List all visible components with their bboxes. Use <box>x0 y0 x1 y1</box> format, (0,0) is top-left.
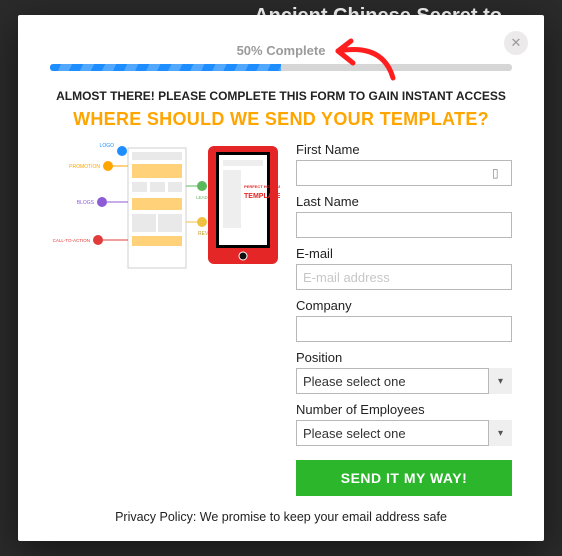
tablet-line1: PERFECT HOMEPAGE <box>244 184 280 189</box>
employees-label: Number of Employees <box>296 402 512 417</box>
company-label: Company <box>296 298 512 313</box>
company-input[interactable] <box>296 316 512 342</box>
last-name-input[interactable] <box>296 212 512 238</box>
close-button[interactable]: ✕ <box>504 31 528 55</box>
tablet-line2: TEMPLATE <box>244 193 280 200</box>
template-illustration: LOGO PROMOTION LEAD BLOGS REVIEWS CALL-T… <box>50 142 280 496</box>
employees-select[interactable]: Please select one <box>296 420 512 446</box>
lead-form: First Name ▯ Last Name E-mail Company Po… <box>296 142 512 496</box>
badge-lead-magnet: LEAD <box>196 195 209 200</box>
subheading: ALMOST THERE! PLEASE COMPLETE THIS FORM … <box>50 89 512 103</box>
headline: WHERE SHOULD WE SEND YOUR TEMPLATE? <box>50 109 512 130</box>
badge-cta: CALL-TO-ACTION <box>53 238 90 243</box>
position-select[interactable]: Please select one <box>296 368 512 394</box>
submit-button[interactable]: SEND IT MY WAY! <box>296 460 512 496</box>
badge-promotion: PROMOTION <box>69 164 100 170</box>
close-icon: ✕ <box>511 35 522 50</box>
email-input[interactable] <box>296 264 512 290</box>
progress-bar <box>50 64 512 71</box>
first-name-label: First Name <box>296 142 512 157</box>
progress-fill <box>50 64 281 71</box>
first-name-input[interactable] <box>296 160 512 186</box>
badge-logo: LOGO <box>100 143 115 149</box>
last-name-label: Last Name <box>296 194 512 209</box>
email-label: E-mail <box>296 246 512 261</box>
badge-blogs: BLOGS <box>77 200 95 206</box>
arrow-annotation <box>323 33 403 83</box>
privacy-text: Privacy Policy: We promise to keep your … <box>50 510 512 524</box>
progress-label: 50% Complete <box>50 43 512 58</box>
lead-capture-modal: ✕ 50% Complete ALMOST THERE! PLEASE COMP… <box>18 15 544 541</box>
position-label: Position <box>296 350 512 365</box>
